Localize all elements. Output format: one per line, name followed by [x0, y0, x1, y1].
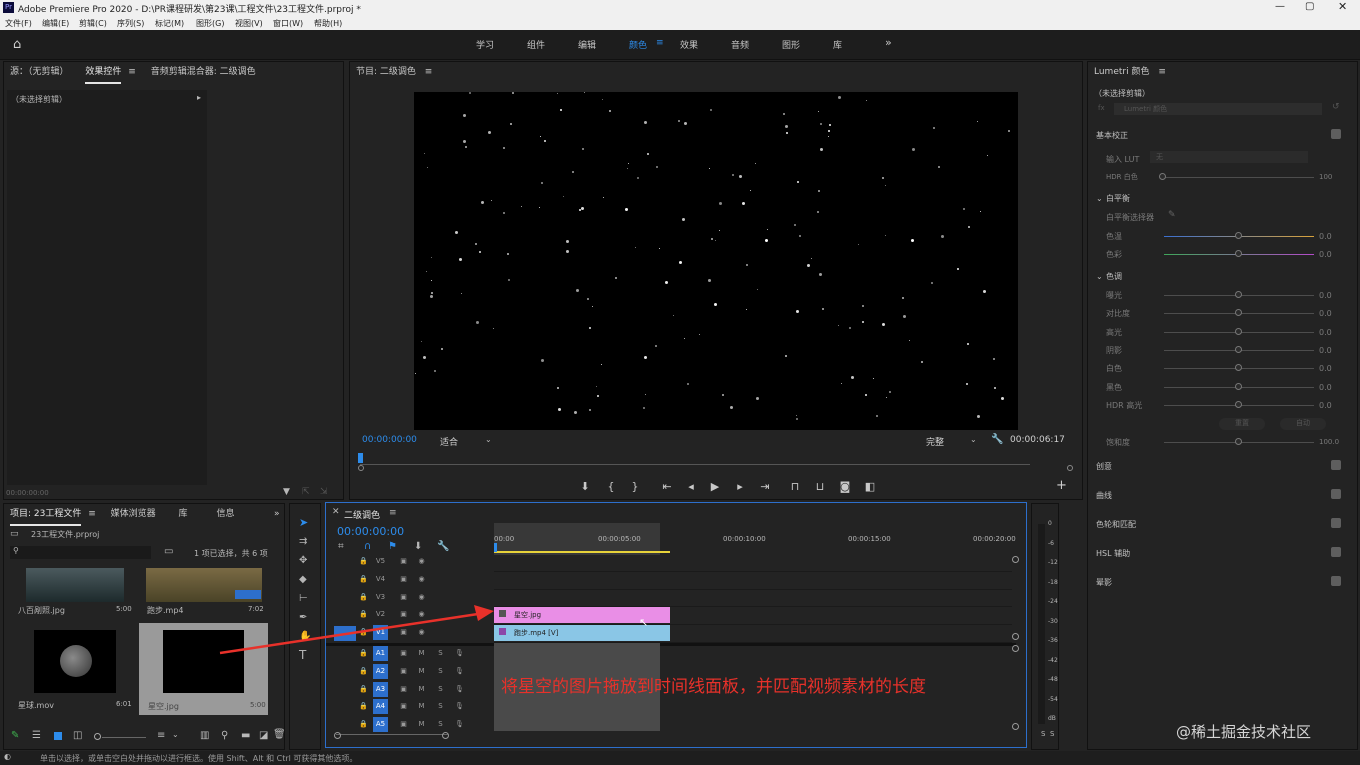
status-icon: ◐ [4, 752, 11, 761]
arrow-shaft [219, 612, 479, 655]
tutorial-arrow [219, 605, 494, 655]
arrow-head [474, 605, 494, 621]
status-text: 单击以选择，或单击空白处并拖动以进行框选。使用 Shift、Alt 和 Ctrl… [40, 754, 358, 763]
status-bar: ◐ 单击以选择，或单击空白处并拖动以进行框选。使用 Shift、Alt 和 Ct… [0, 751, 1360, 765]
